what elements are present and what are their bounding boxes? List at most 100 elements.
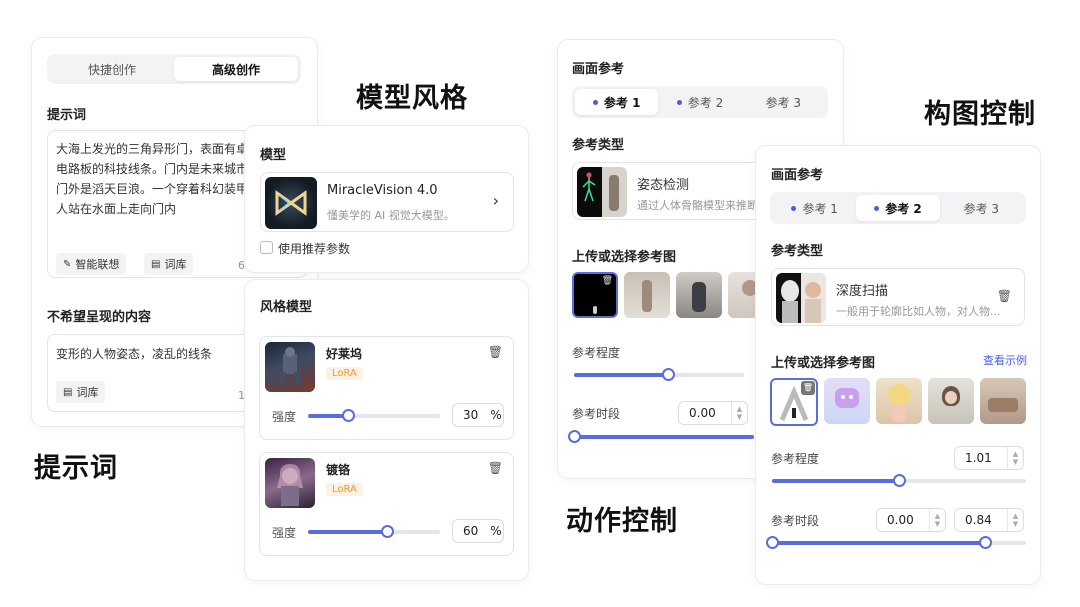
stepper-icon[interactable]: ▲ ▼ xyxy=(1007,509,1023,531)
strength-input[interactable]: 60 % xyxy=(452,519,504,543)
style-model-card: 好莱坞 LoRA 🗑 强度 30 % xyxy=(259,336,514,440)
caption-action: 动作控制 xyxy=(566,506,678,537)
lora-tag: LoRA xyxy=(326,483,363,496)
model-name: MiracleVision 4.0 xyxy=(327,183,438,198)
upload-reference-label: 上传或选择参考图 xyxy=(771,356,876,371)
reference-image-option[interactable] xyxy=(624,272,670,318)
reference-tabs: 参考 1 参考 2 参考 3 xyxy=(770,192,1026,224)
strength-slider-knob[interactable] xyxy=(381,525,395,538)
tab-reference-2[interactable]: 参考 2 xyxy=(856,195,940,221)
selected-reference-image[interactable]: 🗑 xyxy=(770,378,818,426)
reference-image-option[interactable] xyxy=(876,378,922,424)
trash-icon[interactable]: 🗑 xyxy=(801,381,815,395)
tab-reference-3[interactable]: 参考 3 xyxy=(940,195,1023,221)
caption-prompt: 提示词 xyxy=(34,453,118,484)
reference-degree-slider-fill xyxy=(574,373,668,377)
composition-reference-panel: 画面参考 参考 1 参考 2 参考 3 参考类型 深度扫描 一般用于轮廓比如人物… xyxy=(756,146,1040,584)
dot-icon xyxy=(592,99,598,105)
style-thumbnail-hollywood xyxy=(265,342,315,392)
depth-scan-thumbnail xyxy=(776,273,826,323)
style-thumbnail-chrome xyxy=(265,458,315,508)
dot-icon xyxy=(791,205,797,211)
reference-period-start-knob[interactable] xyxy=(766,536,779,549)
trash-icon[interactable]: 🗑 xyxy=(488,345,503,359)
negative-lexicon-button[interactable]: ▤ 词库 xyxy=(56,381,106,403)
tab-advanced-create[interactable]: 高级创作 xyxy=(174,57,298,81)
tab-reference-3[interactable]: 参考 3 xyxy=(742,89,825,115)
reference-tabs: 参考 1 参考 2 参考 3 xyxy=(572,86,828,118)
reference-type-label: 参考类型 xyxy=(572,138,625,153)
dot-icon xyxy=(676,99,682,105)
reference-period-slider[interactable] xyxy=(568,430,754,443)
reference-image-option[interactable] xyxy=(928,378,974,424)
pose-detection-thumbnail xyxy=(577,167,627,217)
reference-period-slider-fill xyxy=(574,435,754,439)
reference-type-name: 姿态检测 xyxy=(637,178,690,193)
style-model-panel: 风格模型 好莱坞 LoRA 🗑 强度 30 % 镀铬 LoRA 🗑 强度 60 … xyxy=(245,280,528,580)
reference-type-label: 参考类型 xyxy=(771,244,824,259)
reference-type-name: 深度扫描 xyxy=(836,284,889,299)
use-recommended-checkbox[interactable] xyxy=(260,241,273,254)
tab-reference-2[interactable]: 参考 2 xyxy=(658,89,741,115)
reference-type-selector[interactable]: 深度扫描 一般用于轮廓比如人物，对人物... 🗑 xyxy=(771,268,1025,326)
book-icon: ▤ xyxy=(63,386,73,398)
negative-prompt-text: 变形的人物姿态，凌乱的线条 xyxy=(56,347,213,361)
style-model-card: 镀铬 LoRA 🗑 强度 60 % xyxy=(259,452,514,556)
reference-degree-slider-knob[interactable] xyxy=(893,474,906,487)
strength-input[interactable]: 30 % xyxy=(452,403,504,427)
model-panel: 模型 MiracleVision 4.0 懂美学的 AI 视觉大模型。 › 使用… xyxy=(245,126,528,272)
reference-image-option[interactable] xyxy=(980,378,1026,424)
strength-label: 强度 xyxy=(272,526,297,540)
reference-degree-label: 参考程度 xyxy=(572,346,621,360)
strength-slider[interactable] xyxy=(308,409,440,422)
style-name: 镀铬 xyxy=(326,463,351,477)
model-description: 懂美学的 AI 视觉大模型。 xyxy=(327,209,455,222)
magic-wand-icon: ✎ xyxy=(63,258,72,270)
trash-icon[interactable]: 🗑 xyxy=(602,276,613,286)
chevron-right-icon: › xyxy=(492,191,499,210)
use-recommended-label: 使用推荐参数 xyxy=(278,242,351,256)
reference-image-option[interactable] xyxy=(676,272,722,318)
reference-period-end-input[interactable]: 0.84 ▲ ▼ xyxy=(954,508,1024,532)
tab-reference-1[interactable]: 参考 1 xyxy=(575,89,659,115)
reference-degree-slider[interactable] xyxy=(772,474,1026,487)
caption-model-style: 模型风格 xyxy=(356,83,468,114)
lexicon-button[interactable]: ▤ 词库 xyxy=(144,253,194,275)
reference-period-label: 参考时段 xyxy=(572,407,621,421)
stepper-icon[interactable]: ▲ ▼ xyxy=(929,509,945,531)
reference-label: 画面参考 xyxy=(572,62,625,77)
reference-degree-slider[interactable] xyxy=(574,368,744,381)
stepper-icon[interactable]: ▲ ▼ xyxy=(731,402,747,424)
view-example-link[interactable]: 查看示例 xyxy=(983,352,1027,368)
strength-slider[interactable] xyxy=(308,525,440,538)
strength-slider-knob[interactable] xyxy=(341,409,355,422)
caption-composition: 构图控制 xyxy=(924,99,1036,130)
reference-period-start-input[interactable]: 0.00 ▲ ▼ xyxy=(678,401,748,425)
reference-degree-slider-knob[interactable] xyxy=(661,368,675,381)
negative-prompt-label: 不希望呈现的内容 xyxy=(47,310,152,325)
reference-degree-slider-fill xyxy=(772,479,899,483)
reference-degree-input[interactable]: 1.01 ▲ ▼ xyxy=(954,446,1024,470)
selected-reference-image[interactable]: 🗑 xyxy=(572,272,618,318)
book-icon: ▤ xyxy=(151,258,161,270)
style-model-label: 风格模型 xyxy=(260,300,313,315)
reference-period-slider-fill xyxy=(772,541,986,545)
reference-period-slider[interactable] xyxy=(766,536,1026,549)
dot-icon xyxy=(874,205,880,211)
reference-label: 画面参考 xyxy=(771,168,824,183)
prompt-text: 大海上发光的三角异形门，表面有卓 电路板的科技线条。门内是未来城市 门外是滔天巨… xyxy=(56,142,249,216)
upload-reference-label: 上传或选择参考图 xyxy=(572,250,677,265)
trash-icon[interactable]: 🗑 xyxy=(488,461,503,475)
reference-period-start-knob[interactable] xyxy=(568,430,581,443)
trash-icon[interactable]: 🗑 xyxy=(997,289,1012,303)
tab-reference-1[interactable]: 参考 1 xyxy=(773,195,856,221)
reference-period-end-knob[interactable] xyxy=(979,536,993,549)
tab-quick-create[interactable]: 快捷创作 xyxy=(50,57,174,81)
reference-image-option[interactable] xyxy=(824,378,870,424)
stepper-icon[interactable]: ▲ ▼ xyxy=(1007,447,1023,469)
reference-period-start-input[interactable]: 0.00 ▲ ▼ xyxy=(876,508,946,532)
smart-association-button[interactable]: ✎ 智能联想 xyxy=(56,253,127,275)
model-selector[interactable]: MiracleVision 4.0 懂美学的 AI 视觉大模型。 › xyxy=(260,172,514,232)
reference-type-description: 一般用于轮廓比如人物，对人物... xyxy=(836,305,1001,318)
model-label: 模型 xyxy=(260,148,287,163)
